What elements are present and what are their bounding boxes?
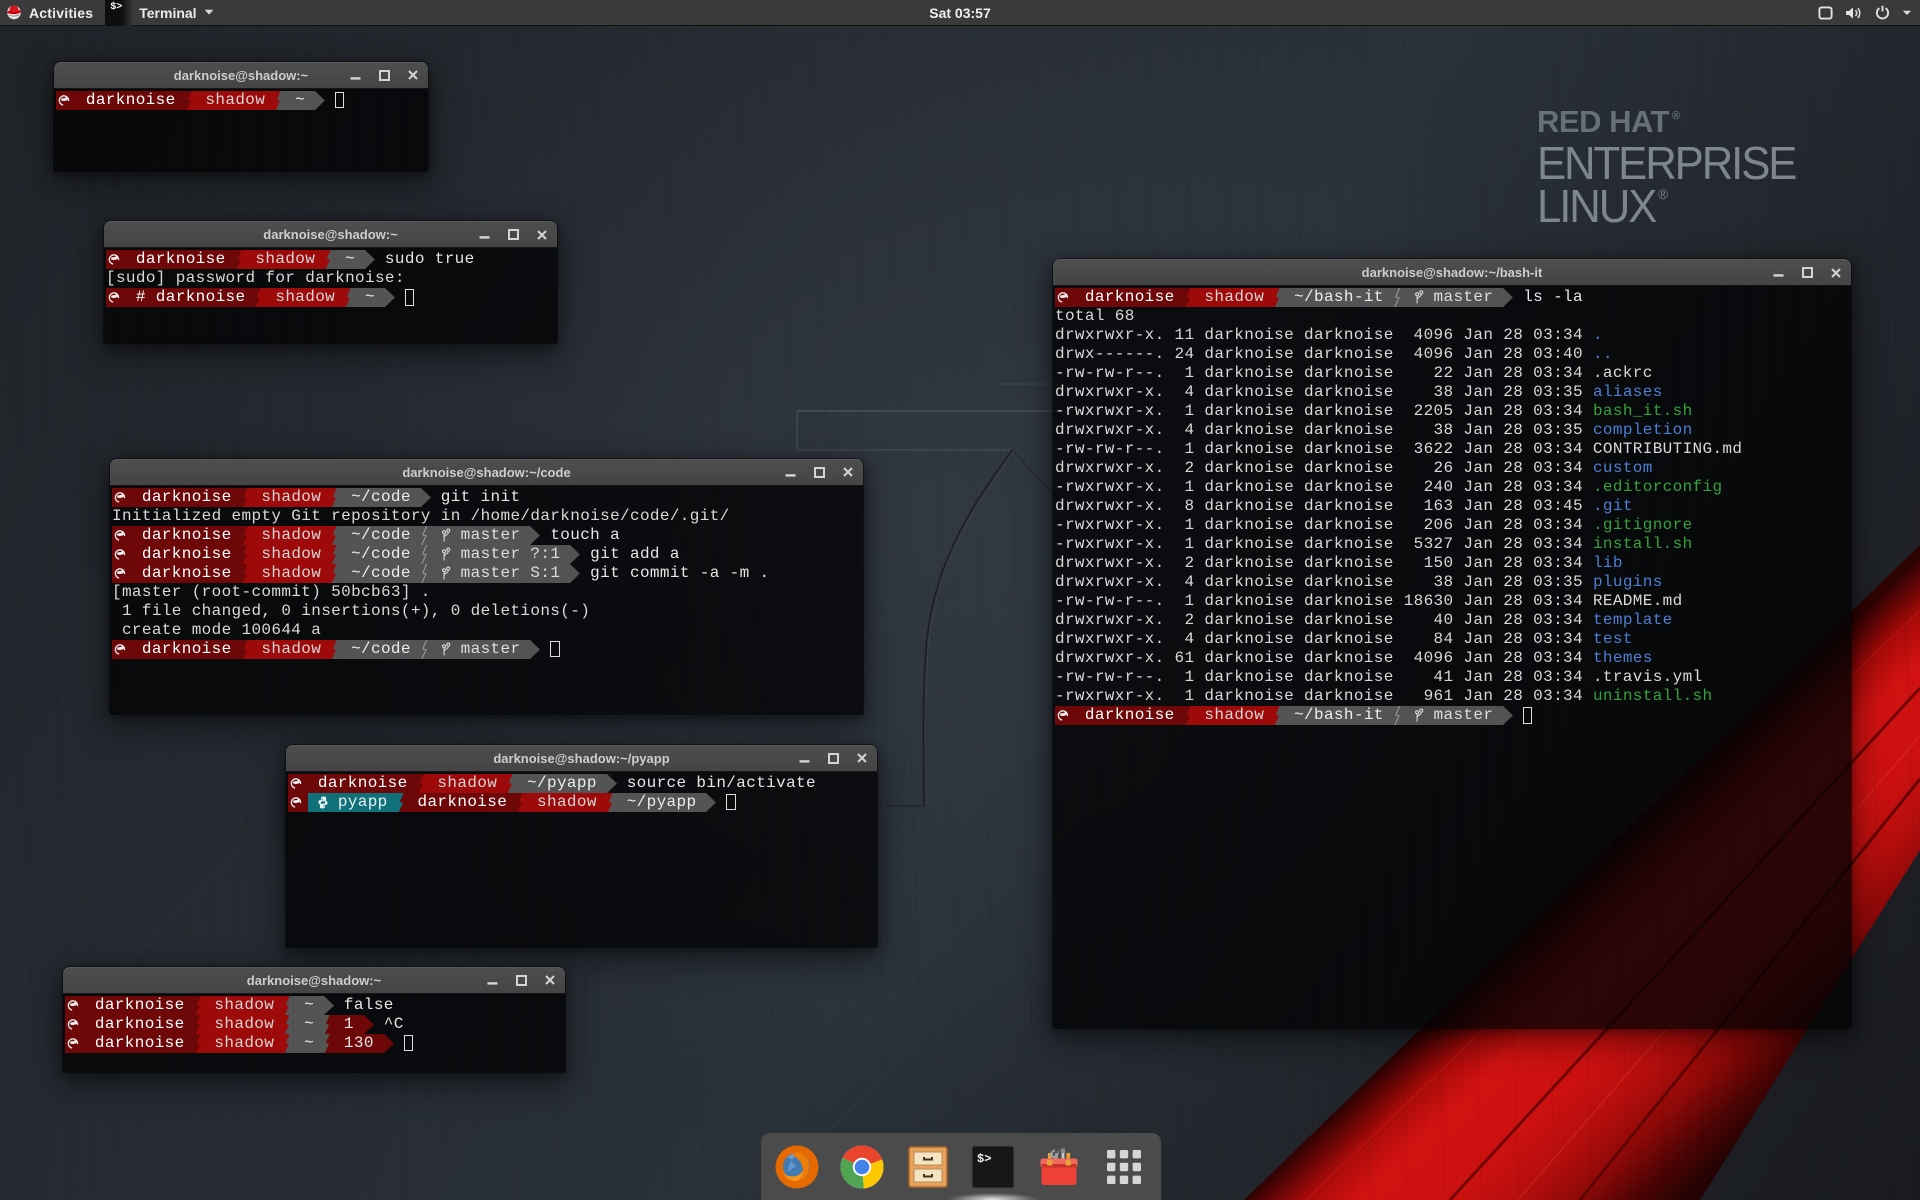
svg-text:$>: $>	[977, 1152, 991, 1166]
